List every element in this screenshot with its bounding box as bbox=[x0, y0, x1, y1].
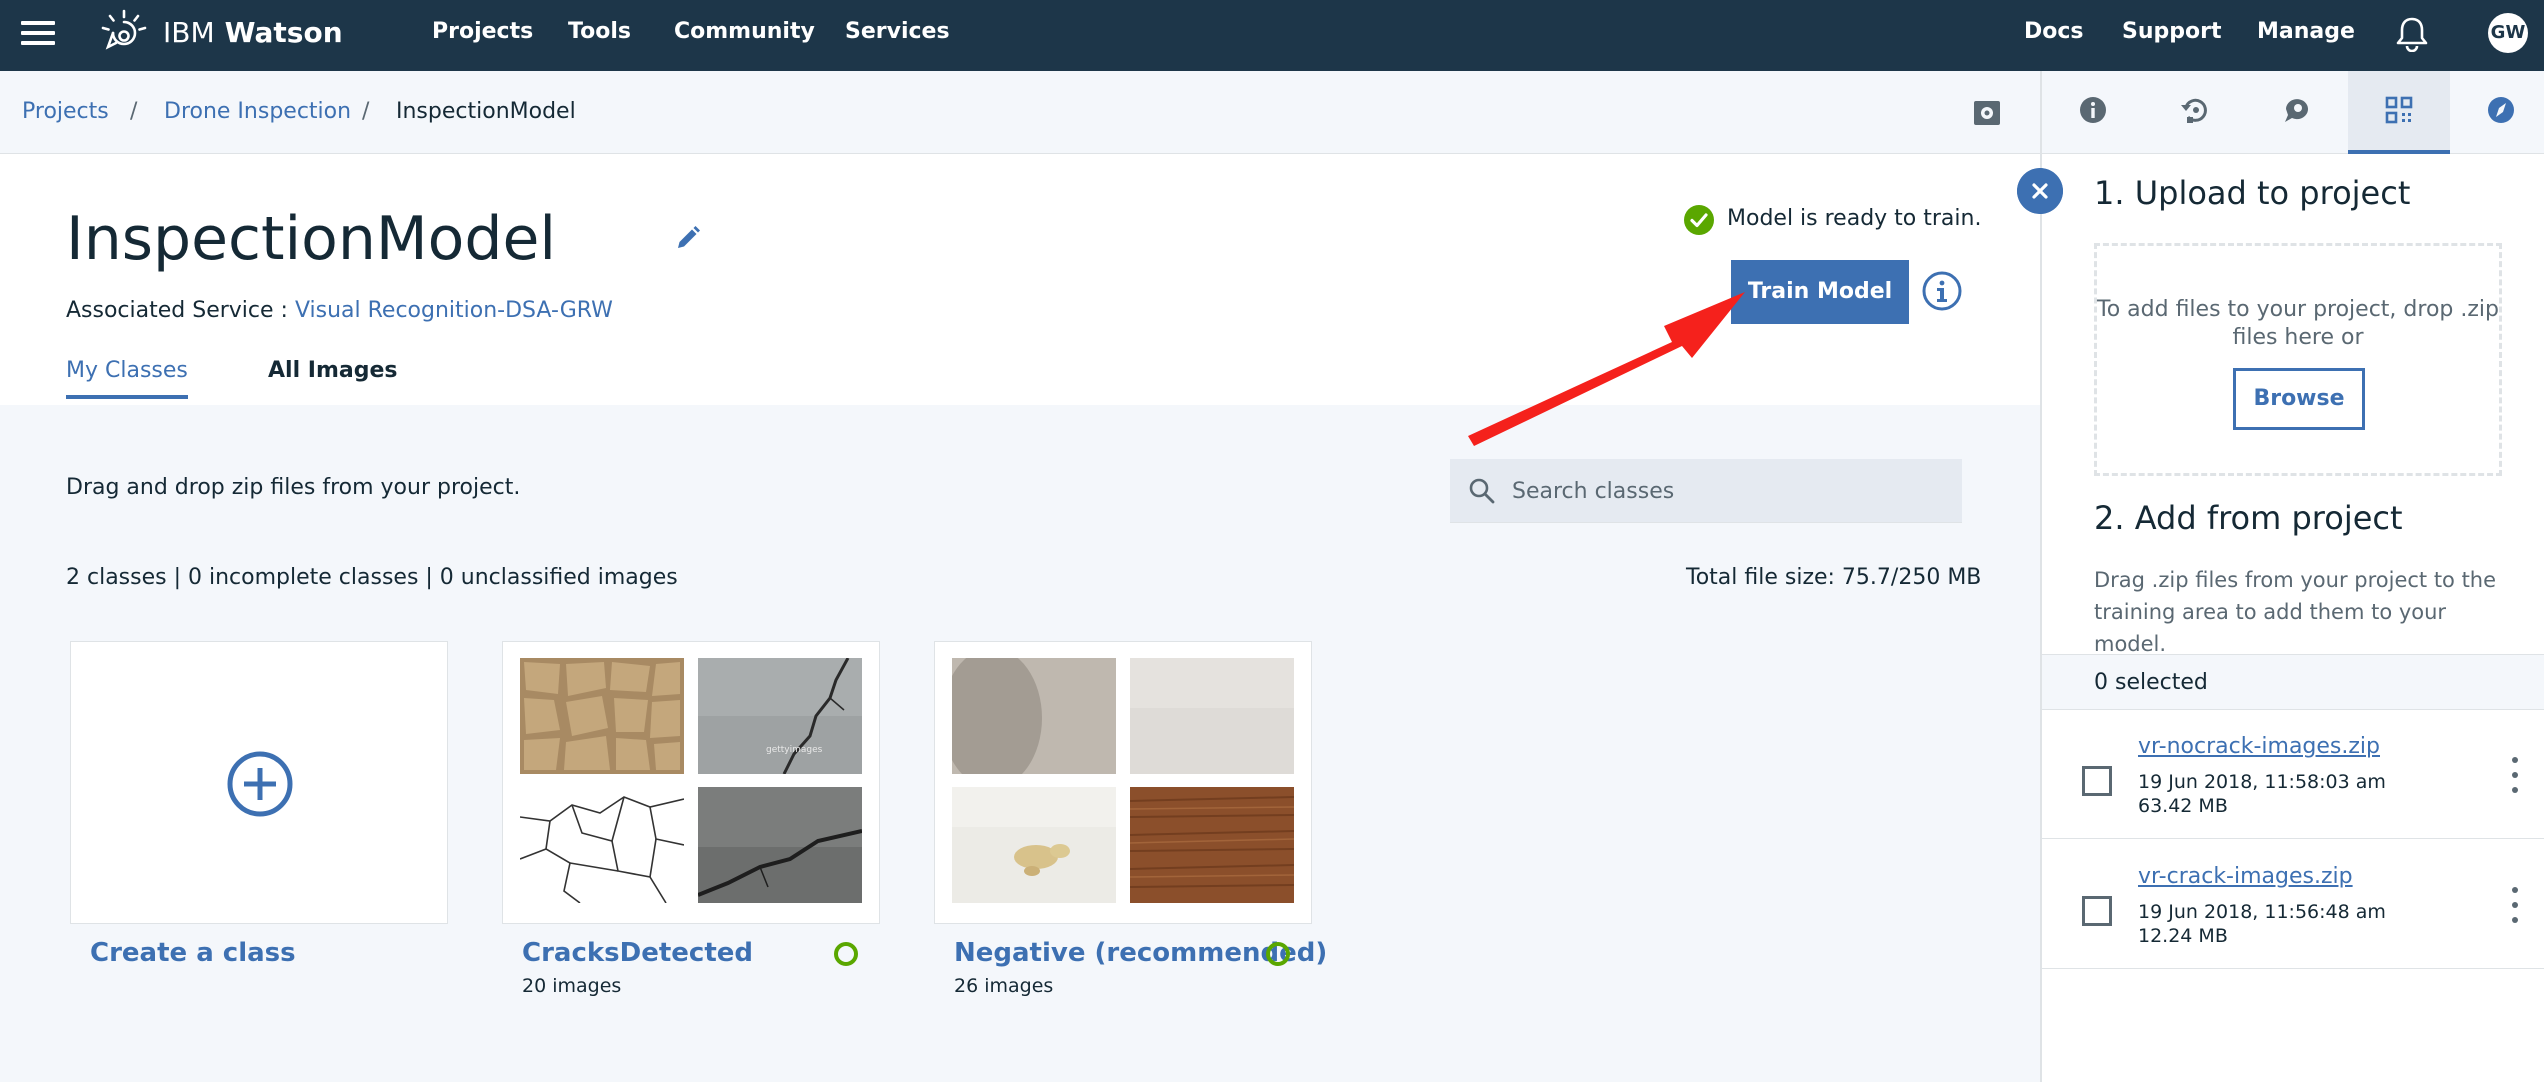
file-date: 19 Jun 2018, 11:56:48 am bbox=[2138, 901, 2386, 923]
file-name[interactable]: vr-crack-images.zip bbox=[2138, 863, 2353, 891]
refresh-icon bbox=[2181, 98, 2207, 123]
classes-summary: 2 classes | 0 incomplete classes | 0 unc… bbox=[66, 565, 678, 590]
class-count-cracks: 20 images bbox=[522, 975, 622, 997]
brand-ibm: IBM bbox=[163, 16, 215, 49]
panel-tab-history[interactable] bbox=[2144, 71, 2246, 151]
file-checkbox[interactable] bbox=[2082, 766, 2112, 796]
associated-service-label: Associated Service : bbox=[66, 298, 295, 323]
assets-icon[interactable] bbox=[1972, 98, 2002, 128]
upload-section-title: 1. Upload to project bbox=[2094, 174, 2411, 212]
nav-community[interactable]: Community bbox=[674, 18, 815, 46]
panel-tab-comments[interactable] bbox=[2246, 71, 2348, 151]
close-panel-icon[interactable] bbox=[2017, 168, 2063, 214]
class-status-ring bbox=[1266, 942, 1290, 966]
file-list-item[interactable]: vr-nocrack-images.zip 19 Jun 2018, 11:58… bbox=[2042, 710, 2544, 839]
file-list-item[interactable]: vr-crack-images.zip 19 Jun 2018, 11:56:4… bbox=[2042, 840, 2544, 969]
brand-product: Watson bbox=[224, 16, 343, 49]
file-checkbox[interactable] bbox=[2082, 896, 2112, 926]
model-status-text: Model is ready to train. bbox=[1727, 206, 1982, 231]
breadcrumb-current: InspectionModel bbox=[396, 99, 576, 124]
class-card-negative[interactable] bbox=[934, 641, 1312, 924]
compass-icon bbox=[2488, 97, 2514, 123]
panel-tab-info[interactable] bbox=[2042, 71, 2144, 151]
search-icon bbox=[1469, 478, 1495, 504]
info-icon[interactable] bbox=[1922, 271, 1962, 311]
nav-services[interactable]: Services bbox=[845, 18, 950, 46]
class-title-cracks[interactable]: CracksDetected bbox=[522, 936, 753, 970]
overflow-menu-icon[interactable] bbox=[2508, 887, 2522, 927]
create-class-card[interactable] bbox=[70, 641, 448, 924]
breadcrumb-separator: / bbox=[362, 99, 370, 124]
classes-area: Drag and drop zip files from your projec… bbox=[0, 405, 2040, 1082]
nav-support[interactable]: Support bbox=[2122, 18, 2221, 46]
create-class-link[interactable]: Create a class bbox=[90, 936, 296, 970]
nav-tools[interactable]: Tools bbox=[568, 18, 631, 46]
drag-instructions: Drag and drop zip files from your projec… bbox=[66, 475, 521, 500]
thumbnail-cracked-concrete: gettyimages bbox=[698, 658, 862, 774]
data-icon bbox=[2385, 96, 2413, 124]
breadcrumb: Projects / Drone Inspection / Inspection… bbox=[0, 71, 2040, 154]
overflow-menu-icon[interactable] bbox=[2508, 757, 2522, 797]
search-box bbox=[1450, 459, 1962, 523]
add-section-description: Drag .zip files from your project to the… bbox=[2094, 568, 2497, 656]
thumbnail-grey-wall bbox=[952, 658, 1116, 774]
panel-tab-bar bbox=[2042, 71, 2544, 154]
hamburger-menu-icon[interactable] bbox=[21, 19, 55, 47]
thumbnail-stained-surface bbox=[952, 787, 1116, 903]
thumbnail-wood-grain bbox=[1130, 787, 1294, 903]
edit-pencil-icon[interactable] bbox=[672, 224, 702, 254]
breadcrumb-separator: / bbox=[130, 99, 138, 124]
file-dropzone[interactable]: To add files to your project, drop .zip … bbox=[2094, 243, 2502, 476]
svg-text:gettyimages: gettyimages bbox=[766, 745, 823, 755]
thumbnail-white-wall bbox=[1130, 658, 1294, 774]
panel-tab-data[interactable] bbox=[2348, 71, 2450, 154]
add-section-title: 2. Add from project bbox=[2094, 499, 2403, 537]
nav-projects[interactable]: Projects bbox=[432, 18, 533, 46]
top-navbar: IBM Watson Projects Tools Community Servi… bbox=[0, 0, 2544, 71]
breadcrumb-projects[interactable]: Projects bbox=[22, 98, 109, 126]
annotation-arrow bbox=[1468, 292, 1745, 446]
tab-all-images[interactable]: All Images bbox=[268, 357, 398, 395]
nav-manage[interactable]: Manage bbox=[2257, 18, 2355, 46]
checkmark-success-icon bbox=[1684, 205, 1714, 235]
nav-docs[interactable]: Docs bbox=[2024, 18, 2084, 46]
thumbnail-crack-line-drawing bbox=[520, 787, 684, 903]
associated-service-link[interactable]: Visual Recognition-DSA-GRW bbox=[295, 298, 613, 323]
browse-button[interactable]: Browse bbox=[2233, 368, 2365, 430]
comment-icon bbox=[2285, 99, 2308, 122]
breadcrumb-drone-inspection[interactable]: Drone Inspection bbox=[164, 98, 351, 126]
total-file-size: Total file size: 75.7/250 MB bbox=[1686, 565, 1982, 590]
file-name[interactable]: vr-nocrack-images.zip bbox=[2138, 733, 2380, 761]
page-title: InspectionModel bbox=[66, 204, 557, 274]
user-avatar[interactable]: GW bbox=[2488, 13, 2528, 53]
tab-my-classes[interactable]: My Classes bbox=[66, 357, 188, 399]
selected-count: 0 selected bbox=[2094, 670, 2208, 695]
right-side-panel: 1. Upload to project To add files to you… bbox=[2040, 71, 2544, 1082]
associated-service: Associated Service : Visual Recognition-… bbox=[66, 297, 613, 325]
class-count-negative: 26 images bbox=[954, 975, 1054, 997]
file-size: 63.42 MB bbox=[2138, 795, 2228, 817]
thumbnail-dry-cracked-earth bbox=[520, 658, 684, 774]
panel-tab-explore[interactable] bbox=[2450, 71, 2544, 151]
file-date: 19 Jun 2018, 11:58:03 am bbox=[2138, 771, 2386, 793]
dropzone-text: To add files to your project, drop .zip … bbox=[2097, 297, 2499, 350]
selection-bar: 0 selected bbox=[2042, 654, 2544, 710]
notification-bell-icon[interactable] bbox=[2395, 16, 2429, 52]
info-icon bbox=[2080, 97, 2106, 123]
plus-circle-icon bbox=[227, 751, 293, 817]
search-classes-input[interactable] bbox=[1512, 459, 1952, 523]
thumbnail-cracked-stone bbox=[698, 787, 862, 903]
file-size: 12.24 MB bbox=[2138, 925, 2228, 947]
class-card-cracks[interactable]: gettyimages bbox=[502, 641, 880, 924]
watson-logo-icon bbox=[101, 9, 147, 50]
class-status-ring bbox=[834, 942, 858, 966]
brand-title[interactable]: IBM Watson bbox=[163, 16, 343, 50]
